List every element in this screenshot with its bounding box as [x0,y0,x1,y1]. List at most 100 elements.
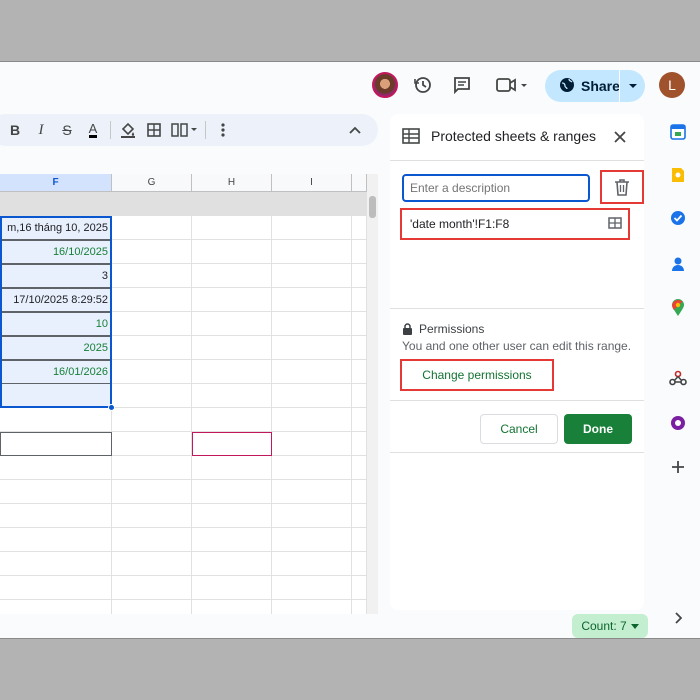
grid-cell[interactable] [272,432,352,456]
keep-icon[interactable] [668,165,688,185]
bordered-cell[interactable] [0,432,112,456]
grid-cell[interactable] [0,552,112,576]
fill-handle[interactable] [108,404,115,411]
selected-cell[interactable]: 10 [0,312,112,336]
share-button[interactable]: Share [545,70,645,102]
grid-cell[interactable] [352,600,367,614]
grid-cell[interactable] [112,360,192,384]
done-button[interactable]: Done [564,414,632,444]
count-summary-chip[interactable]: Count: 7 [572,614,648,638]
grid-cell[interactable] [272,480,352,504]
delete-range-button[interactable] [600,170,644,204]
column-header-f[interactable]: F [0,174,112,192]
grid-cell[interactable] [272,288,352,312]
grid-cell[interactable] [0,528,112,552]
grid-cell[interactable] [0,576,112,600]
grid-cell[interactable] [272,312,352,336]
grid-cell[interactable] [112,288,192,312]
grid-cell[interactable] [112,216,192,240]
grid-cell[interactable] [352,240,367,264]
grid-cell[interactable] [0,480,112,504]
collaborator-avatar[interactable] [372,72,398,98]
grid-cell[interactable] [272,264,352,288]
grid-cell[interactable] [272,504,352,528]
selected-cell[interactable]: 2025 [0,336,112,360]
grid-cell[interactable] [112,552,192,576]
grid-cell[interactable] [192,336,272,360]
expand-panel-icon[interactable] [668,608,688,628]
grid-cell[interactable] [272,384,352,408]
selected-cell[interactable]: m,16 tháng 10, 2025 [0,216,112,240]
grid-cell[interactable] [192,240,272,264]
column-header-i[interactable]: I [272,174,352,192]
cancel-button[interactable]: Cancel [480,414,558,444]
grid-cell[interactable] [272,216,352,240]
grid-cell[interactable] [192,288,272,312]
grid-cell[interactable] [272,528,352,552]
merge-cells-icon[interactable] [167,117,201,143]
grid-cell[interactable] [352,264,367,288]
share-dropdown-icon[interactable] [620,83,645,89]
webhooks-icon[interactable] [668,368,688,388]
grid-cell[interactable] [192,480,272,504]
grid-cell[interactable] [112,264,192,288]
fill-color-icon[interactable] [115,117,141,143]
grid-cell[interactable] [112,384,192,408]
grid-cell[interactable] [192,504,272,528]
highlighted-cell[interactable] [192,432,272,456]
tasks-icon[interactable] [668,208,688,228]
grid-cell[interactable] [352,216,367,240]
grid-cell[interactable] [352,288,367,312]
grid-cell[interactable] [352,552,367,576]
contacts-icon[interactable] [668,254,688,274]
description-input[interactable] [402,174,590,202]
grid-cell[interactable] [352,576,367,600]
grid-cell[interactable] [352,504,367,528]
grid-cell[interactable] [272,360,352,384]
grid-cell[interactable] [112,336,192,360]
collapse-toolbar-icon[interactable] [342,117,368,143]
selected-cell[interactable] [0,384,112,408]
meet-video-icon[interactable] [494,74,530,96]
selected-cell[interactable]: 16/01/2026 [0,360,112,384]
grid-cell[interactable] [192,312,272,336]
grid-cell[interactable] [192,576,272,600]
grid-cell[interactable] [352,408,367,432]
scrollbar-thumb[interactable] [369,196,376,218]
grid-cell[interactable] [352,528,367,552]
column-header-h[interactable]: H [192,174,272,192]
grid-cell[interactable] [112,576,192,600]
grid-cell[interactable] [272,456,352,480]
grid-cell[interactable] [272,336,352,360]
grid-cell[interactable] [192,408,272,432]
text-color-button[interactable]: A [80,117,106,143]
grid-cell[interactable] [272,576,352,600]
column-header-extra[interactable] [352,174,367,192]
grid-cell[interactable] [272,552,352,576]
grid-cell[interactable] [0,456,112,480]
grid-cell[interactable] [352,336,367,360]
grid-cell[interactable] [352,384,367,408]
grid-cell[interactable] [352,312,367,336]
strikethrough-button[interactable]: S [54,117,80,143]
grid-cell[interactable] [192,360,272,384]
grid-cell[interactable] [112,528,192,552]
grid-cell[interactable] [352,360,367,384]
grid-cell[interactable] [352,480,367,504]
addon-icon[interactable] [668,413,688,433]
version-history-icon[interactable] [411,74,435,96]
grid-cell[interactable] [112,600,192,614]
select-range-icon[interactable] [608,216,622,232]
spreadsheet-grid[interactable]: F G H I m,16 tháng 10, 2025 16/10/2025 3 17… [0,174,378,614]
comment-icon[interactable] [450,74,474,96]
grid-cell[interactable] [192,384,272,408]
grid-cell[interactable] [112,504,192,528]
calendar-icon[interactable] [668,122,688,142]
grid-cell[interactable] [112,480,192,504]
range-field[interactable]: 'date month'!F1:F8 [400,208,630,240]
add-addon-icon[interactable] [668,457,688,477]
grid-cell[interactable] [352,432,367,456]
grid-cell[interactable] [192,528,272,552]
grid-cell[interactable] [272,240,352,264]
grid-cell[interactable] [0,504,112,528]
